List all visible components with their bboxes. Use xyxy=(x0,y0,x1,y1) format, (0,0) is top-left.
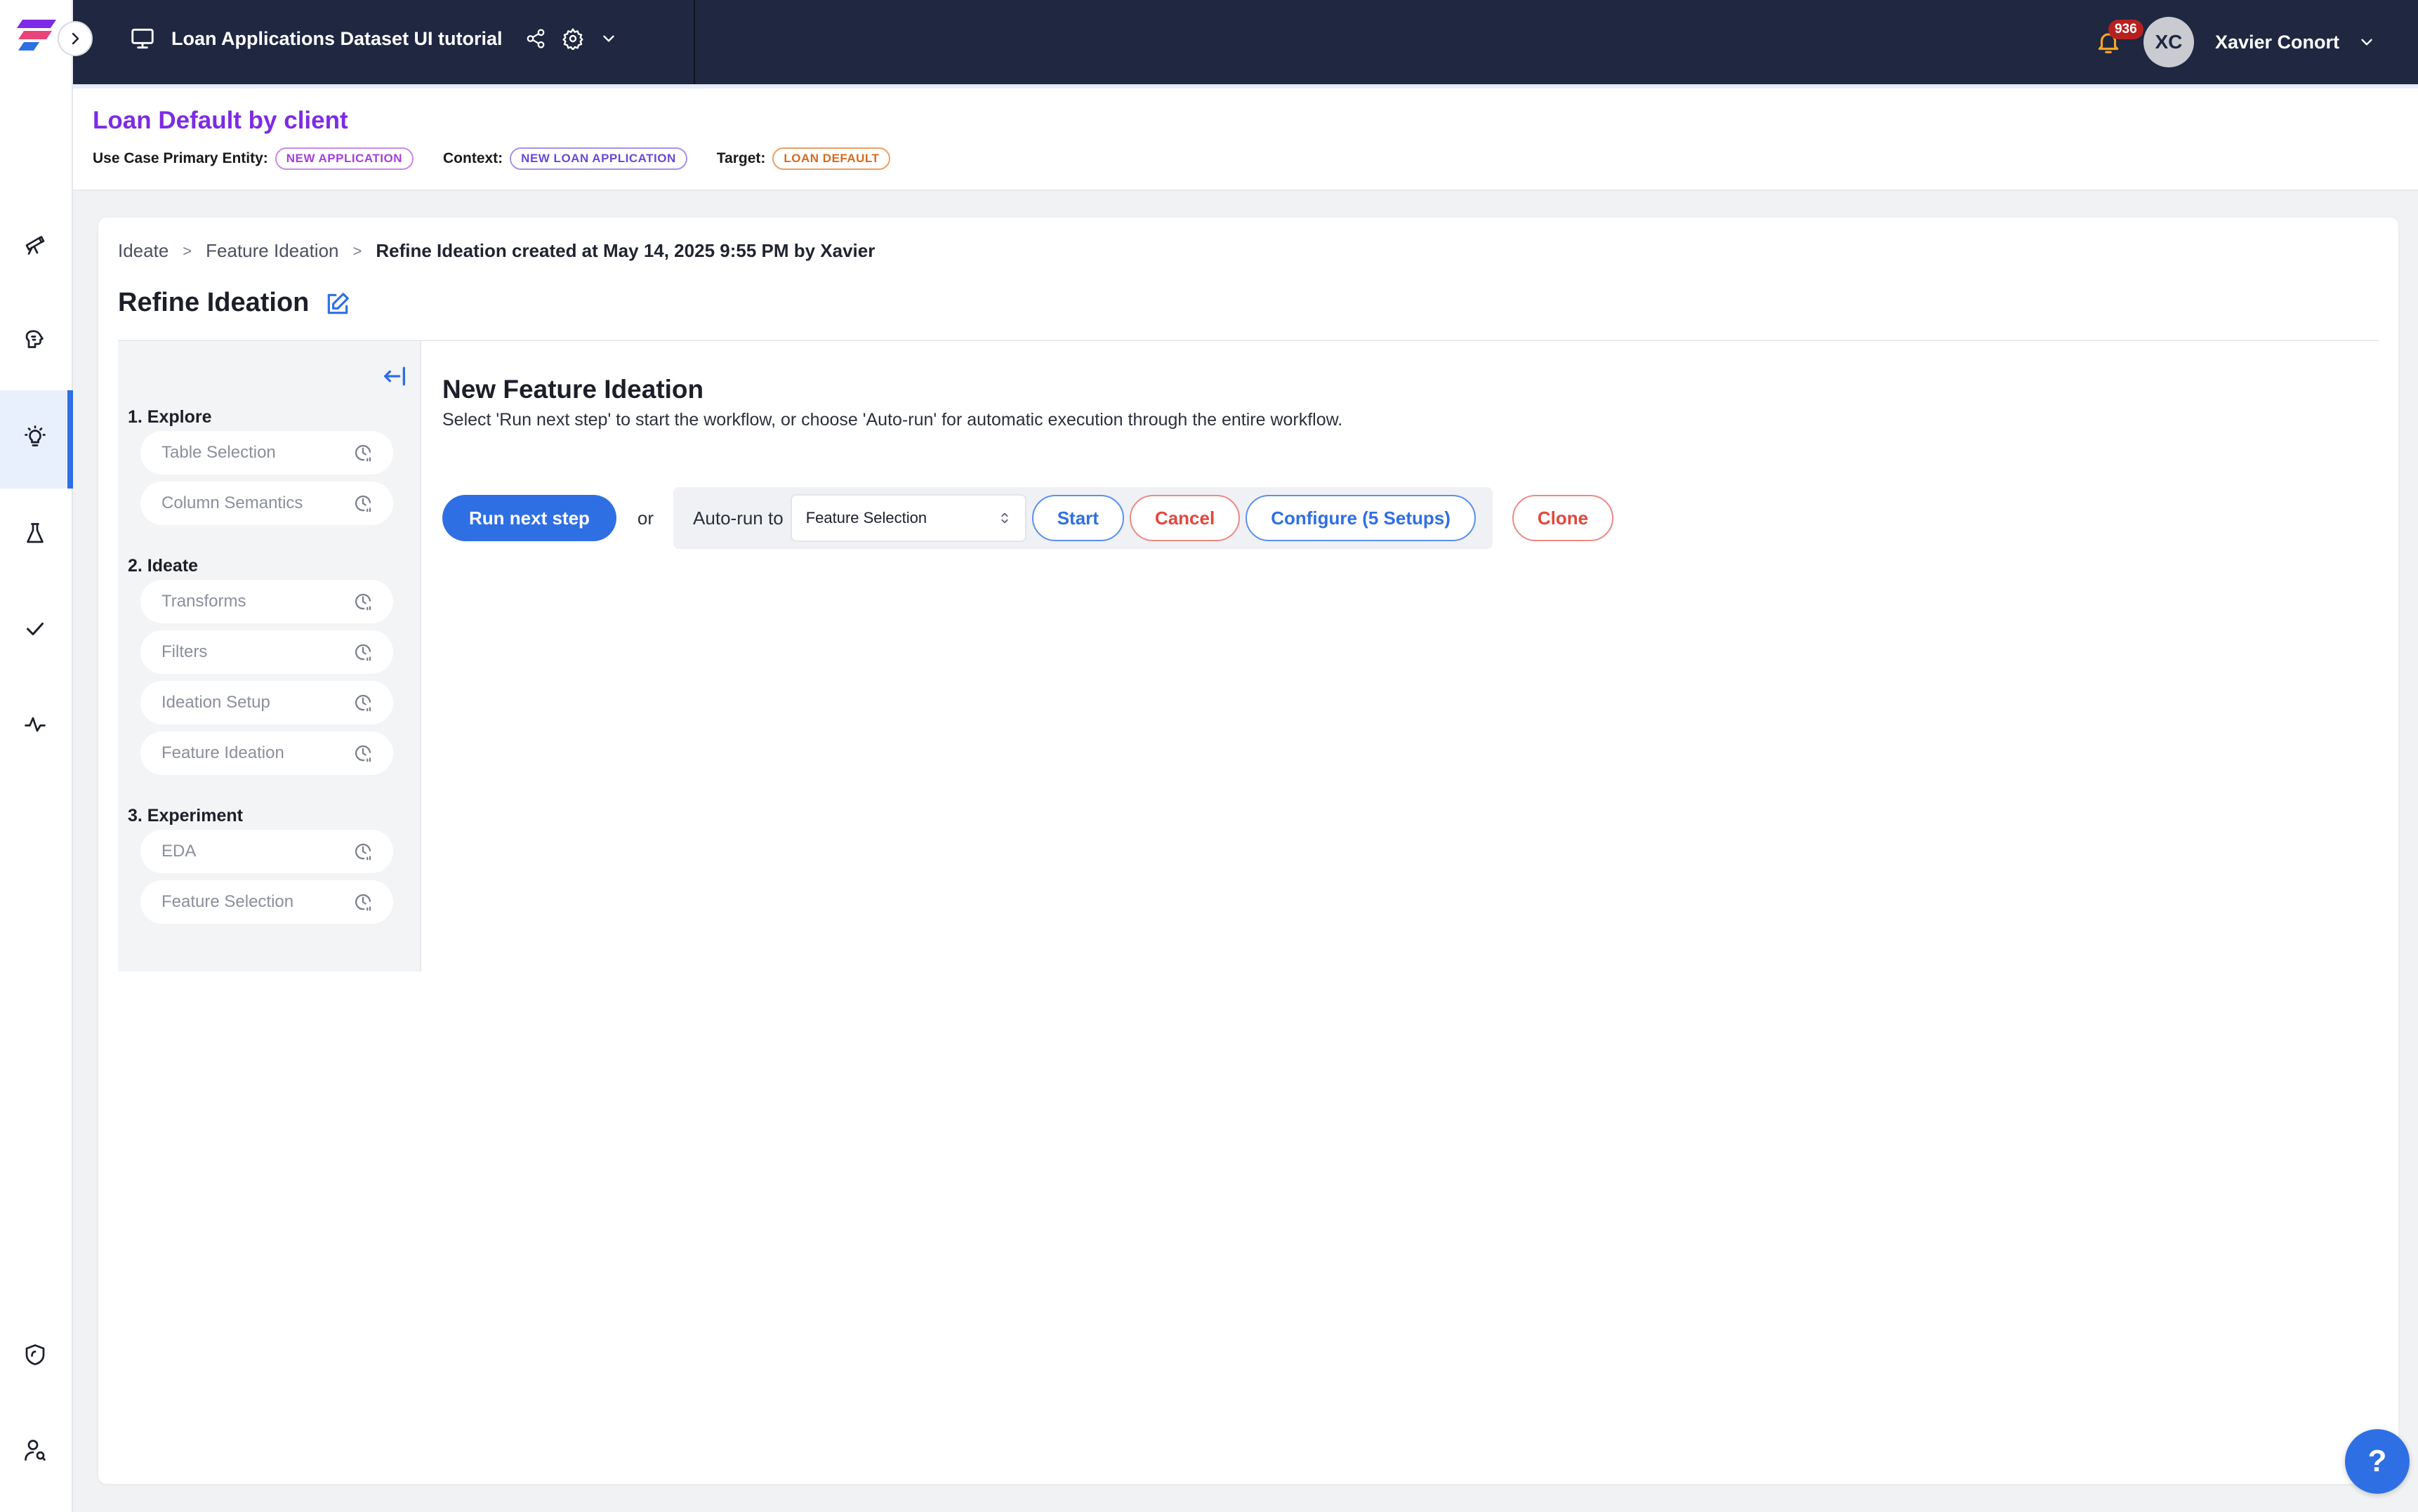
ideation-title: New Feature Ideation xyxy=(442,375,704,404)
target-label: Target: xyxy=(716,150,766,166)
featurebyte-logo[interactable] xyxy=(15,17,58,56)
avatar[interactable]: XC xyxy=(2143,17,2194,67)
step-item-eda[interactable]: EDA xyxy=(140,830,393,873)
breadcrumb-separator: > xyxy=(352,241,362,260)
flask-icon[interactable] xyxy=(15,514,55,553)
header-accent-line xyxy=(73,84,2418,88)
step-item-column-semantics[interactable]: Column Semantics xyxy=(140,482,393,525)
check-icon[interactable] xyxy=(15,609,55,649)
rail-active-indicator xyxy=(67,390,73,489)
step-label: Table Selection xyxy=(161,443,276,462)
clock-pending-icon xyxy=(355,695,371,712)
step-label: Transforms xyxy=(161,592,246,611)
step-item-ideation-setup[interactable]: Ideation Setup xyxy=(140,681,393,724)
step-label: EDA xyxy=(161,842,197,861)
breadcrumb-ideate[interactable]: Ideate xyxy=(118,240,169,262)
use-case-meta: Use Case Primary Entity: NEW APPLICATION… xyxy=(93,147,920,170)
step-item-filters[interactable]: Filters xyxy=(140,630,393,674)
ideation-description: Select 'Run next step' to start the work… xyxy=(442,410,1343,430)
run-next-step-button[interactable]: Run next step xyxy=(442,495,616,541)
autorun-selected-value: Feature Selection xyxy=(805,509,927,526)
workflow-controls: Run next step or Auto-run to Feature Sel… xyxy=(442,487,1619,549)
notification-count-badge: 936 xyxy=(2108,20,2143,39)
context-chip[interactable]: NEW LOAN APPLICATION xyxy=(510,147,687,170)
use-case-title[interactable]: Loan Default by client xyxy=(93,107,348,135)
clock-pending-icon xyxy=(355,894,371,911)
help-button[interactable]: ? xyxy=(2345,1429,2410,1494)
chevron-up-down-icon xyxy=(1001,512,1008,524)
activity-icon[interactable] xyxy=(15,705,55,744)
sidebar-expand-button[interactable] xyxy=(58,21,93,56)
clock-pending-icon xyxy=(355,745,371,762)
autorun-label: Auto-run to xyxy=(693,507,784,529)
breadcrumb-current: Refine Ideation created at May 14, 2025 … xyxy=(376,240,876,261)
gear-icon[interactable] xyxy=(562,27,584,50)
or-label: or xyxy=(637,507,654,529)
cancel-button[interactable]: Cancel xyxy=(1129,495,1241,541)
step-item-transforms[interactable]: Transforms xyxy=(140,580,393,623)
collapse-panel-icon[interactable] xyxy=(381,362,409,390)
start-button[interactable]: Start xyxy=(1031,495,1124,541)
notifications-button[interactable]: 936 xyxy=(2090,20,2143,60)
step-label: Ideation Setup xyxy=(161,693,270,712)
page-title: Refine Ideation xyxy=(118,288,310,317)
main-card: Ideate > Feature Ideation > Refine Ideat… xyxy=(98,218,2398,1484)
left-rail xyxy=(0,0,73,1512)
autorun-target-select[interactable]: Feature Selection xyxy=(790,494,1026,542)
monitor-icon xyxy=(131,28,154,49)
configure-button[interactable]: Configure (5 Setups) xyxy=(1246,495,1476,541)
project-selector[interactable]: Loan Applications Dataset UI tutorial xyxy=(129,25,618,52)
share-icon[interactable] xyxy=(525,28,546,49)
step-item-table-selection[interactable]: Table Selection xyxy=(140,431,393,475)
step-label: Filters xyxy=(161,642,208,661)
primary-entity-chip[interactable]: NEW APPLICATION xyxy=(275,147,414,170)
clock-pending-icon xyxy=(355,496,371,512)
step-item-feature-ideation[interactable]: Feature Ideation xyxy=(140,731,393,775)
user-area: 936 XC Xavier Conort xyxy=(2090,15,2376,69)
step-group-ideate: 2. Ideate xyxy=(128,556,199,576)
clock-pending-icon xyxy=(355,644,371,661)
edit-icon[interactable] xyxy=(324,291,351,317)
breadcrumb-feature-ideation[interactable]: Feature Ideation xyxy=(206,240,338,262)
target-chip[interactable]: LOAN DEFAULT xyxy=(772,147,891,170)
clock-pending-icon xyxy=(355,844,371,861)
step-label: Feature Ideation xyxy=(161,743,284,762)
user-search-icon[interactable] xyxy=(15,1431,55,1470)
step-label: Feature Selection xyxy=(161,892,294,911)
autorun-group: Auto-run to Feature Selection Start Canc… xyxy=(673,487,1493,549)
workflow-steps-panel: 1. Explore Table Selection Column Semant… xyxy=(118,341,421,971)
shield-icon[interactable] xyxy=(15,1335,55,1374)
brain-icon[interactable] xyxy=(15,320,55,359)
chevron-right-icon xyxy=(72,32,79,45)
telescope-icon[interactable] xyxy=(15,225,55,264)
step-label: Column Semantics xyxy=(161,493,303,512)
use-case-header: Loan Default by client Use Case Primary … xyxy=(73,84,2418,191)
chevron-down-icon[interactable] xyxy=(2358,33,2376,51)
chevron-down-icon[interactable] xyxy=(600,29,618,48)
clone-wrapper: Clone xyxy=(1512,495,1619,541)
lightbulb-icon[interactable] xyxy=(15,418,55,458)
project-title: Loan Applications Dataset UI tutorial xyxy=(171,27,503,49)
user-name[interactable]: Xavier Conort xyxy=(2215,32,2339,53)
step-item-feature-selection[interactable]: Feature Selection xyxy=(140,880,393,924)
title-divider xyxy=(118,340,2379,341)
step-group-explore: 1. Explore xyxy=(128,407,212,427)
breadcrumb: Ideate > Feature Ideation > Refine Ideat… xyxy=(118,240,875,262)
top-bar: Loan Applications Dataset UI tutorial 93… xyxy=(73,0,2418,84)
breadcrumb-separator: > xyxy=(183,241,192,260)
clock-pending-icon xyxy=(355,594,371,611)
clock-pending-icon xyxy=(355,445,371,462)
topbar-divider xyxy=(694,0,695,84)
step-group-experiment: 3. Experiment xyxy=(128,806,243,825)
primary-entity-label: Use Case Primary Entity: xyxy=(93,150,268,166)
clone-button[interactable]: Clone xyxy=(1512,495,1614,541)
context-label: Context: xyxy=(443,150,503,166)
